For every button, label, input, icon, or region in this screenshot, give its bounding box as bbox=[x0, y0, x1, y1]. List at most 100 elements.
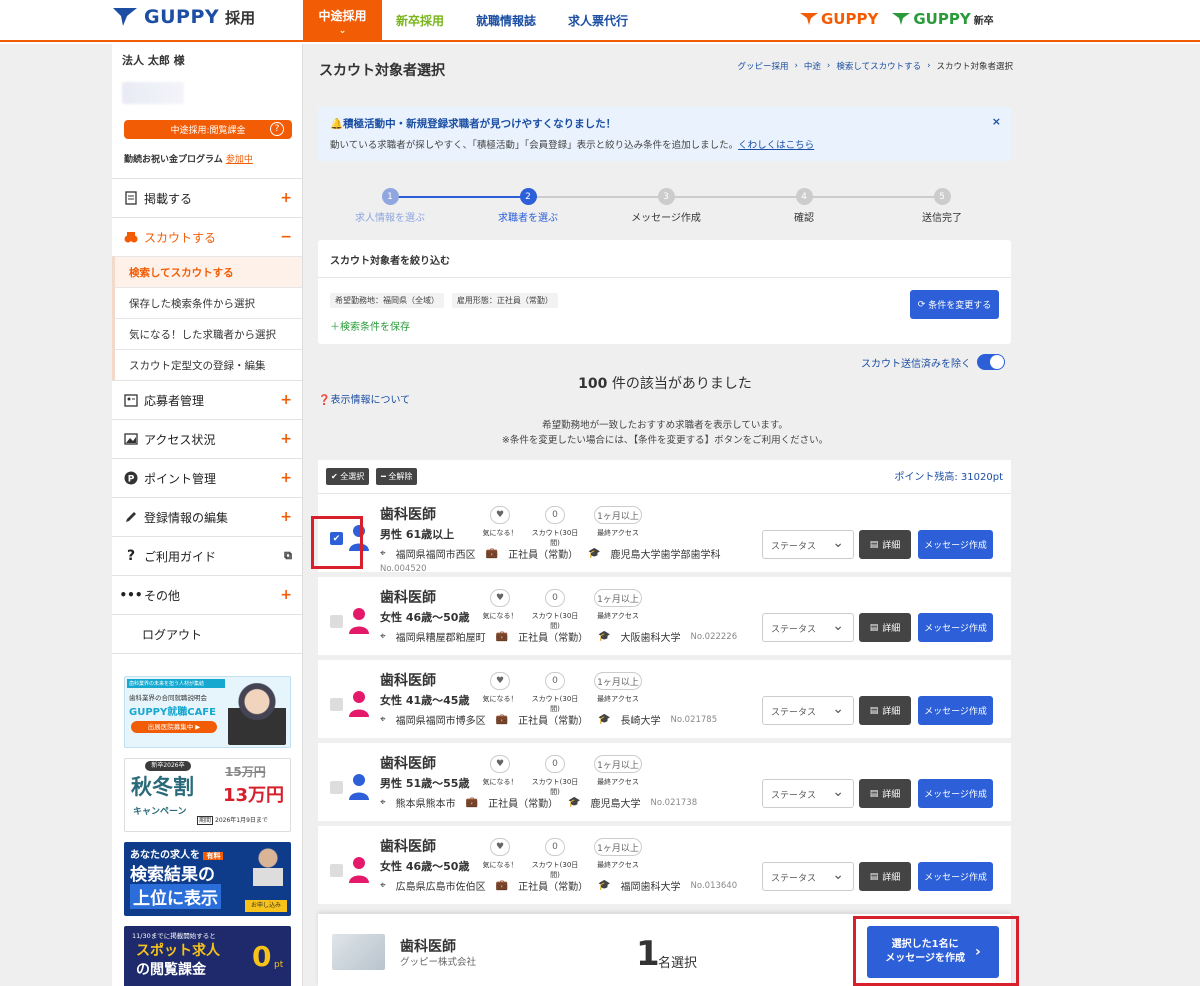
message-button[interactable]: メッセージ作成 bbox=[918, 779, 993, 808]
sidebar-item-points[interactable]: P ポイント管理 + bbox=[112, 458, 302, 497]
change-condition-button[interactable]: ⟳ 条件を変更する bbox=[910, 290, 999, 319]
status-select[interactable]: ステータス bbox=[762, 862, 854, 891]
message-button[interactable]: メッセージ作成 bbox=[918, 696, 993, 725]
status-select[interactable]: ステータス bbox=[762, 779, 854, 808]
help-icon[interactable]: ? bbox=[270, 122, 284, 136]
candidate-gender-age: 男性 61歳以上 bbox=[380, 528, 455, 541]
breadcrumb-current: スカウト対象者選択 bbox=[936, 62, 1013, 72]
status-select[interactable]: ステータス bbox=[762, 613, 854, 642]
detail-button[interactable]: ▤ 詳細 bbox=[859, 613, 911, 642]
detail-button[interactable]: ▤ 詳細 bbox=[859, 530, 911, 559]
nav-job-proxy[interactable]: 求人票代行 bbox=[568, 0, 628, 40]
sidebar-item-label: 応募者管理 bbox=[144, 393, 205, 408]
candidate-employment: 正社員（常勤） bbox=[488, 799, 559, 810]
expand-icon: + bbox=[280, 431, 292, 447]
message-button[interactable]: メッセージ作成 bbox=[918, 530, 993, 559]
detail-button[interactable]: ▤ 詳細 bbox=[859, 862, 911, 891]
nav-chuto[interactable]: 中途採用 ⌄ bbox=[303, 0, 382, 42]
alert-desc: 動いている求職者が探しやすく、「積極活動」「会員登録」表示と絞り込み条件を追加し… bbox=[330, 140, 815, 151]
banner-autumn-campaign[interactable]: 新卒2026卒 秋冬割 キャンペーン 15万円 13万円 期間 2026年1月9日… bbox=[124, 758, 291, 832]
candidate-gender-age: 男性 51歳〜55歳 bbox=[380, 777, 470, 790]
program-link[interactable]: 参加中 bbox=[226, 155, 253, 165]
candidate-number: No.021738 bbox=[650, 797, 698, 808]
plan-badge[interactable]: 中途採用:閲覧課金 ? bbox=[124, 120, 292, 139]
info-link[interactable]: ❓表示情報について bbox=[318, 391, 410, 406]
toggle-switch[interactable] bbox=[977, 354, 1005, 370]
sidebar-item-post[interactable]: 掲載する + bbox=[112, 178, 302, 217]
candidate-meta: ⌖ 福岡県福岡市博多区 💼 正社員（常勤） 🎓 長崎大学 No.021785 bbox=[380, 712, 717, 727]
sidebar-item-scout[interactable]: スカウトする − bbox=[112, 217, 302, 256]
submenu-liked-candidates[interactable]: 気になる！した求職者から選択 bbox=[112, 318, 302, 349]
filter-chips: 希望勤務地：福岡県（全域） 雇用形態：正社員（常勤） bbox=[330, 292, 562, 308]
heart-icon: ♥ bbox=[490, 838, 510, 856]
candidate-checkbox[interactable] bbox=[330, 698, 343, 711]
detail-button[interactable]: ▤ 詳細 bbox=[859, 779, 911, 808]
detail-button[interactable]: ▤ 詳細 bbox=[859, 696, 911, 725]
briefcase-icon: 💼 bbox=[485, 548, 499, 559]
step-1: 1 求人情報を選ぶ bbox=[330, 188, 450, 224]
banner-guppy-cafe[interactable]: 歯科業界の未来を担う人材が集結 歯科業界の合同就職説明会 GUPPY就職CAFE… bbox=[124, 676, 291, 748]
close-icon[interactable]: × bbox=[992, 115, 1001, 128]
sidebar-item-guide[interactable]: ? ご利用ガイド ⧉ bbox=[112, 536, 302, 575]
sidebar-item-logout[interactable]: ログアウト bbox=[112, 614, 302, 653]
like-indicator[interactable]: ♥ 気になる！ bbox=[472, 838, 528, 870]
briefcase-icon: 💼 bbox=[495, 631, 509, 642]
guppy-logo-orange[interactable]: GUPPY bbox=[800, 10, 878, 28]
breadcrumb-link[interactable]: 検索してスカウトする bbox=[836, 60, 921, 72]
question-circle-icon: ❓ bbox=[318, 395, 331, 406]
submenu-scout-templates[interactable]: スカウト定型文の登録・編集 bbox=[112, 349, 302, 380]
breadcrumb-link[interactable]: 中途 bbox=[804, 60, 821, 72]
filter-title: スカウト対象者を絞り込む bbox=[318, 240, 1011, 278]
briefcase-icon: 💼 bbox=[495, 880, 509, 891]
nav-magazine[interactable]: 就職情報誌 bbox=[476, 0, 536, 40]
exclude-sent-toggle[interactable]: スカウト送信済みを除く bbox=[861, 354, 1005, 370]
highlight-checkbox bbox=[311, 516, 363, 569]
company-name: グッピー株式会社 bbox=[400, 957, 477, 968]
access-indicator: 1ヶ月以上 最終アクセス bbox=[590, 755, 646, 787]
message-button[interactable]: メッセージ作成 bbox=[918, 862, 993, 891]
candidate-checkbox[interactable] bbox=[330, 615, 343, 628]
guppy-logo[interactable]: GUPPY 採用 bbox=[112, 6, 255, 28]
banner-top-display[interactable]: あなたの求人を 有料 検索結果の 上位に表示 お申し込み bbox=[124, 842, 291, 916]
candidate-gender-age: 女性 41歳〜45歳 bbox=[380, 694, 470, 707]
banner-text: 歯科業界の合同就職説明会 bbox=[129, 694, 207, 702]
fish-icon bbox=[892, 13, 911, 25]
alert-link[interactable]: くわしくはこちら bbox=[738, 140, 814, 151]
status-select[interactable]: ステータス bbox=[762, 530, 854, 559]
banner-spot-job[interactable]: 11/30までに掲載開始すると スポット求人 の閲覧課金 0 pt bbox=[124, 926, 291, 986]
select-all-button[interactable]: ✔ 全選択 bbox=[326, 468, 370, 485]
submenu-saved-conditions[interactable]: 保存した検索条件から選択 bbox=[112, 287, 302, 318]
candidate-checkbox[interactable] bbox=[330, 864, 343, 877]
like-indicator[interactable]: ♥ 気になる！ bbox=[472, 672, 528, 704]
deselect-all-button[interactable]: ━ 全解除 bbox=[376, 468, 418, 485]
candidate-checkbox[interactable] bbox=[330, 781, 343, 794]
nav-shinsotsu[interactable]: 新卒採用 bbox=[396, 0, 444, 40]
candidate-gender-age: 女性 46歳〜50歳 bbox=[380, 860, 470, 873]
person-icon bbox=[348, 690, 370, 718]
image-icon bbox=[124, 432, 138, 446]
nav-label: 中途採用 bbox=[318, 9, 367, 23]
guppy-shinsotsu-logo[interactable]: GUPPY 新卒 bbox=[892, 10, 994, 28]
like-indicator[interactable]: ♥ 気になる！ bbox=[472, 506, 528, 538]
chevron-right-icon: › bbox=[927, 61, 931, 71]
candidate-number: No.022226 bbox=[690, 631, 738, 642]
submenu-search-scout[interactable]: 検索してスカウトする bbox=[112, 256, 302, 287]
save-condition-link[interactable]: ＋検索条件を保存 bbox=[330, 318, 410, 333]
svg-text:P: P bbox=[128, 475, 135, 485]
sidebar-item-edit-info[interactable]: 登録情報の編集 + bbox=[112, 497, 302, 536]
sidebar-item-access[interactable]: アクセス状況 + bbox=[112, 419, 302, 458]
alert-title: 🔔積極活動中・新規登録求職者が見つけやすくなりました！ bbox=[330, 118, 617, 130]
candidate-title: 歯科医師 bbox=[380, 507, 436, 523]
like-indicator[interactable]: ♥ 気になる！ bbox=[472, 589, 528, 621]
like-indicator[interactable]: ♥ 気になる！ bbox=[472, 755, 528, 787]
breadcrumb-link[interactable]: グッピー採用 bbox=[737, 60, 788, 72]
message-button[interactable]: メッセージ作成 bbox=[918, 613, 993, 642]
logout-label: ログアウト bbox=[142, 627, 203, 642]
status-select[interactable]: ステータス bbox=[762, 696, 854, 725]
sidebar-item-applicants[interactable]: 応募者管理 + bbox=[112, 380, 302, 419]
partner-logos: GUPPY GUPPY 新卒 bbox=[800, 10, 994, 28]
candidate-school: 福岡歯科大学 bbox=[620, 882, 681, 893]
candidate-meta: ⌖ 広島県広島市佐伯区 💼 正社員（常勤） 🎓 福岡歯科大学 No.013640 bbox=[380, 878, 737, 893]
sidebar-item-other[interactable]: ••• その他 + bbox=[112, 575, 302, 614]
logo-sub: 新卒 bbox=[973, 15, 994, 27]
